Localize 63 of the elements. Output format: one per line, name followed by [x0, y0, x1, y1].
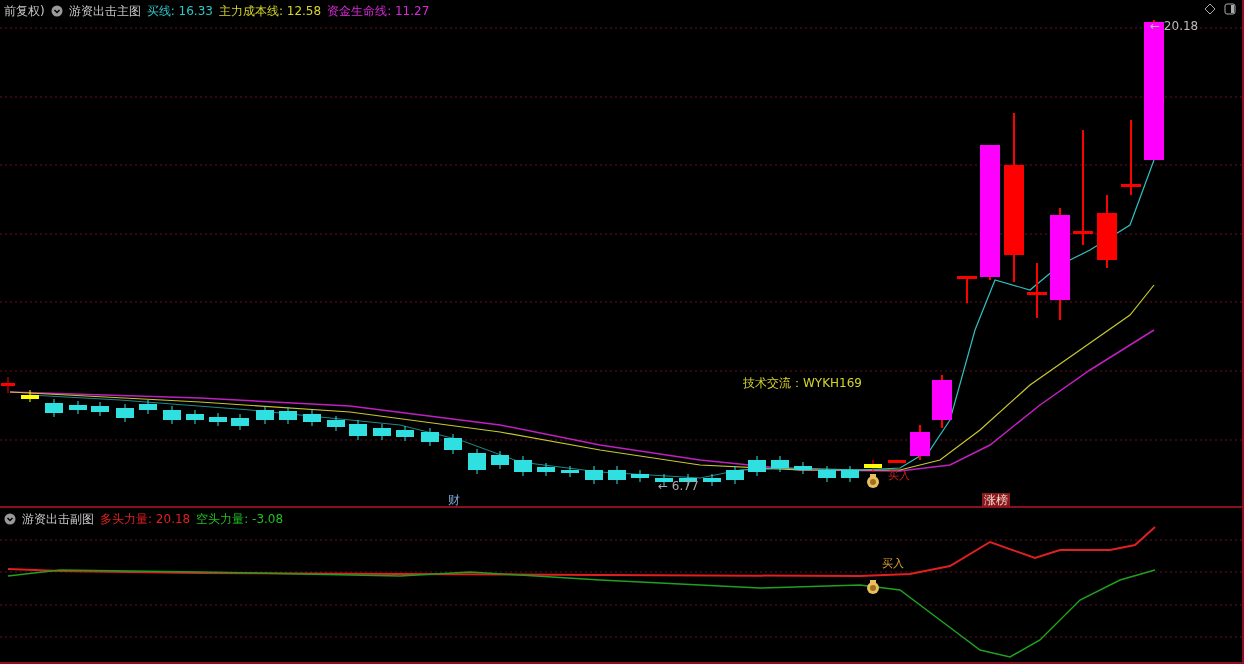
indicator-value: 买线: 16.33 [146, 2, 213, 20]
candlestick [1, 376, 15, 394]
candlestick [561, 465, 579, 478]
contact-note: 技术交流：WYKH169 [743, 377, 862, 389]
candlestick [608, 465, 626, 485]
price-high-label: ← 20.18 [1150, 20, 1199, 32]
candlestick [932, 374, 952, 429]
indicator-value: 多头力量: 20.18 [100, 510, 191, 528]
indicator-value: 空头力量: -3.08 [196, 510, 284, 528]
candlestick [888, 460, 906, 463]
buy-signal-label: 买入 [888, 470, 910, 481]
diamond-icon[interactable] [1204, 3, 1216, 15]
indicator-title: 游资出击副图 [22, 510, 94, 528]
indicator-title: 游资出击主图 [68, 2, 141, 20]
candlestick [116, 403, 134, 423]
collapse-icon[interactable] [4, 513, 16, 525]
candlestick [864, 459, 882, 473]
candlestick [91, 401, 109, 417]
panel-toggle-icon[interactable] [1224, 3, 1236, 15]
candlestick [396, 425, 414, 442]
candlestick [585, 465, 603, 485]
candlestick [139, 399, 157, 415]
money-bag-icon [867, 474, 879, 488]
event-marker: 涨榜 [982, 493, 1010, 507]
candlestick [655, 473, 673, 487]
candlestick [748, 455, 766, 477]
indicator-value: 主力成本线: 12.58 [218, 2, 322, 20]
candlestick [957, 275, 977, 304]
candlestick [910, 424, 930, 461]
event-marker: 财 [447, 493, 461, 507]
candlestick [21, 389, 39, 403]
price-adjust-label: 前复权) [4, 2, 45, 20]
price-low-label: ← 6.77 [658, 480, 699, 492]
candlestick [794, 461, 812, 475]
candlestick [303, 409, 321, 427]
candlestick [327, 415, 345, 432]
candlestick [818, 465, 836, 483]
candlestick [514, 455, 532, 477]
candlestick [771, 455, 789, 473]
candlestick [468, 448, 486, 475]
candlestick [726, 465, 744, 485]
candlestick [421, 427, 439, 447]
candlestick [349, 419, 367, 441]
candlestick [537, 462, 555, 477]
candlestick [186, 409, 204, 425]
buy-signal-label: 买入 [882, 558, 904, 569]
candlestick [279, 406, 297, 425]
candlestick [373, 423, 391, 441]
candlestick [631, 469, 649, 483]
candlestick [69, 400, 87, 415]
candlestick [703, 473, 721, 487]
money-bag-icon [867, 580, 879, 594]
candlestick [256, 405, 274, 425]
candlestick [841, 465, 859, 483]
candlestick [163, 405, 181, 425]
candlestick [1027, 262, 1047, 319]
candlestick [209, 412, 227, 427]
candlestick [231, 413, 249, 431]
candlestick [491, 450, 509, 470]
candlestick [45, 398, 63, 418]
indicator-value: 资金生命线: 11.27 [327, 2, 430, 20]
collapse-icon[interactable] [50, 5, 63, 17]
candlestick [444, 433, 462, 455]
